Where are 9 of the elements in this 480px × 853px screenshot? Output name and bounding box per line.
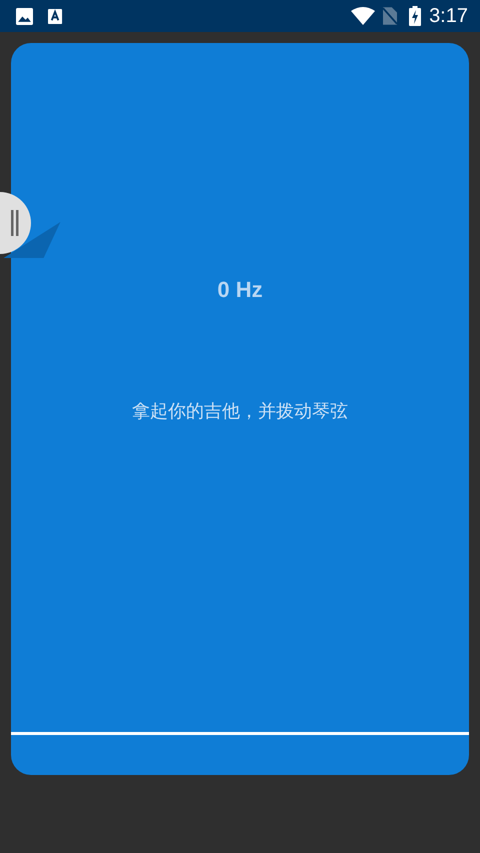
image-icon	[16, 8, 33, 24]
tuning-hint: 拿起你的吉他，并拨动琴弦	[132, 400, 348, 423]
frequency-reading: 0 Hz	[217, 277, 263, 303]
font-icon	[48, 8, 63, 24]
wifi-icon	[351, 7, 376, 25]
status-time: 3:17	[429, 4, 468, 28]
no-sim-icon	[383, 7, 398, 25]
grip-icon	[11, 210, 19, 236]
battery-charging-icon	[409, 6, 422, 26]
